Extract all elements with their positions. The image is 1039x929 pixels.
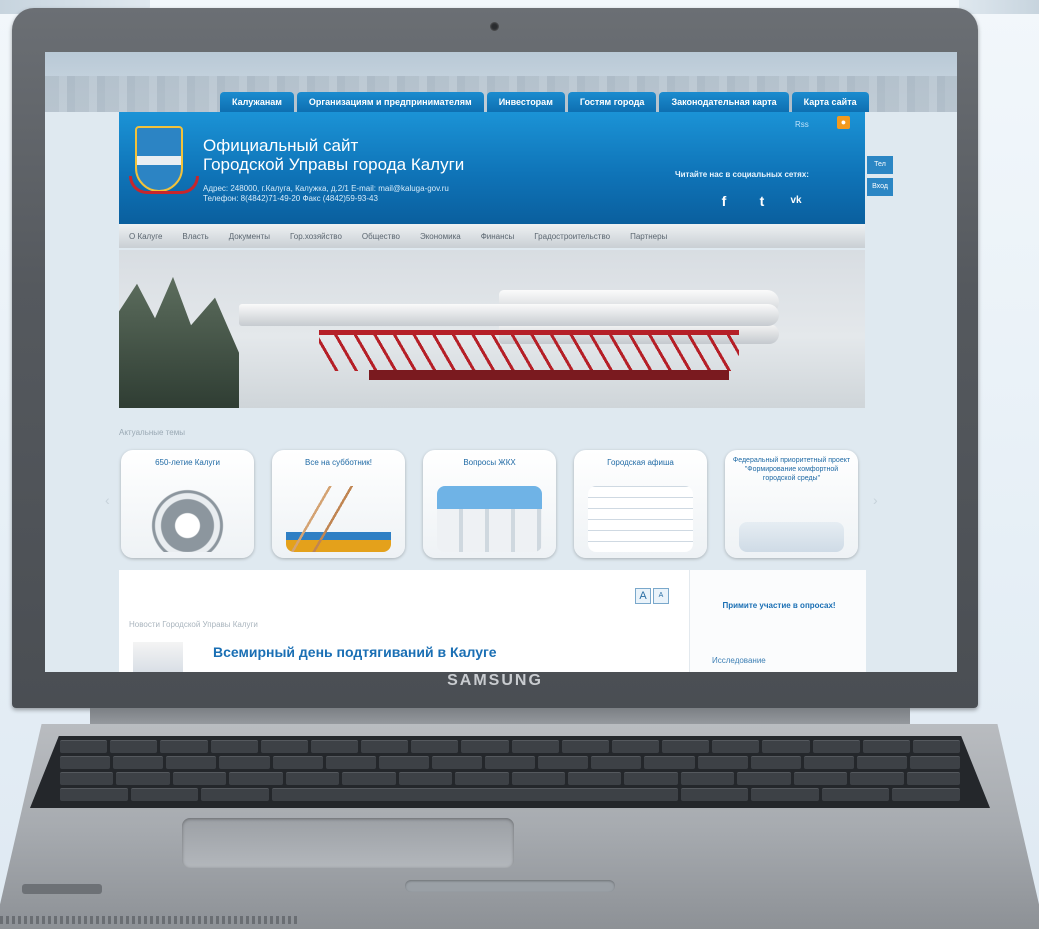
main-nav-finance[interactable]: Финансы <box>471 232 525 241</box>
topic-card-urban-environment[interactable]: Федеральный приоритетный проект "Формиро… <box>725 450 858 558</box>
laptop-front-lip <box>405 880 615 892</box>
main-nav-utilities[interactable]: Гор.хозяйство <box>280 232 352 241</box>
topic-card-title: Все на субботник! <box>305 458 372 467</box>
site-header: Официальный сайт Городской Управы города… <box>119 112 865 224</box>
site-title-line2: Городской Управы города Калуги <box>203 155 465 174</box>
top-nav-item-investors[interactable]: Инвесторам <box>486 92 565 112</box>
address-text: Адрес: 248000, г.Калуга, Калужка, д.2/1 … <box>203 184 449 193</box>
launch-gantry <box>319 330 739 371</box>
news-headline-link[interactable]: Всемирный день подтягиваний в Калуге <box>213 644 497 660</box>
topic-card-title: Городская афиша <box>607 458 674 467</box>
side-tabs: Тел Вход <box>867 156 893 196</box>
keyboard-row <box>30 788 990 801</box>
news-section-title: Новости Городской Управы Калуги <box>129 620 258 629</box>
carousel-prev-icon[interactable]: ‹ <box>105 492 110 508</box>
main-nav-partners[interactable]: Партнеры <box>620 232 677 241</box>
gantry-base <box>369 370 729 380</box>
keyboard-row <box>30 772 990 785</box>
rss-icon[interactable]: ● <box>837 116 850 129</box>
webcam-icon <box>490 22 499 31</box>
topic-card-title: Федеральный приоритетный проект "Формиро… <box>732 457 851 482</box>
topic-card-housing[interactable]: Вопросы ЖКХ <box>423 450 556 558</box>
keyboard-row <box>30 740 990 753</box>
laptop-vents <box>0 916 300 924</box>
main-nav-government[interactable]: Власть <box>172 232 218 241</box>
topic-card-cleanup[interactable]: Все на субботник! <box>272 450 405 558</box>
topics-section-title: Актуальные темы <box>119 428 185 437</box>
laptop-lid: Калужанам Организациям и предпринимателя… <box>12 8 978 708</box>
main-nav-urban-planning[interactable]: Градостроительство <box>524 232 620 241</box>
top-nav-item-sitemap[interactable]: Карта сайта <box>791 92 869 112</box>
laptop-keyboard <box>30 736 990 808</box>
keyboard-row <box>30 756 990 769</box>
urban-environment-icon <box>739 522 844 552</box>
buildings-icon <box>437 486 542 552</box>
main-nav-documents[interactable]: Документы <box>219 232 280 241</box>
main-nav-society[interactable]: Общество <box>352 232 410 241</box>
main-navigation: О Калуге Власть Документы Гор.хозяйство … <box>119 224 865 248</box>
laptop-side-port <box>22 884 102 894</box>
top-nav-item-residents[interactable]: Калужанам <box>220 92 294 112</box>
social-follow-label: Читайте нас в социальных сетях: <box>675 170 809 179</box>
anniversary-seal-icon <box>135 486 240 552</box>
top-nav-item-legislation-map[interactable]: Законодательная карта <box>659 92 789 112</box>
decorative-bar-right <box>959 0 1039 14</box>
topic-card-title: Вопросы ЖКХ <box>463 458 516 467</box>
laptop-screen: Калужанам Организациям и предпринимателя… <box>45 52 957 672</box>
laptop-brand-logo: SAMSUNG <box>447 672 543 689</box>
phone-text: Телефон: 8(4842)71-49-20 Факс (4842)59-9… <box>203 194 378 203</box>
trees-graphic <box>119 276 239 408</box>
carousel-next-icon[interactable]: › <box>873 492 878 508</box>
main-nav-economy[interactable]: Экономика <box>410 232 471 241</box>
contact-info: Адрес: 248000, г.Калуга, Калужка, д.2/1 … <box>203 184 449 204</box>
poll-title[interactable]: Примите участие в опросах! <box>704 600 854 611</box>
top-navigation: Калужанам Организациям и предпринимателя… <box>220 92 869 112</box>
top-nav-item-organizations[interactable]: Организациям и предпринимателям <box>296 92 484 112</box>
topic-card-events[interactable]: Городская афиша <box>574 450 707 558</box>
font-size-large-button[interactable]: A <box>635 588 651 604</box>
rocket-body <box>239 304 779 326</box>
site-title-line1: Официальный сайт <box>203 136 359 155</box>
poll-sidebar: Примите участие в опросах! Исследование <box>689 570 866 672</box>
twitter-icon[interactable]: t <box>753 192 771 210</box>
site-title[interactable]: Официальный сайт Городской Управы города… <box>203 136 464 174</box>
main-nav-about[interactable]: О Калуге <box>119 232 172 241</box>
rss-label[interactable]: Rss <box>795 120 809 129</box>
laptop-touchpad <box>182 818 514 868</box>
hero-banner-rocket <box>119 250 865 408</box>
topic-card-anniversary[interactable]: 650-летие Калуги <box>121 450 254 558</box>
rakes-icon <box>286 486 391 552</box>
vk-icon[interactable]: vk <box>787 192 805 210</box>
calendar-icon <box>588 486 693 552</box>
emblem-ribbon-icon <box>129 176 199 194</box>
news-thumbnail[interactable] <box>133 642 183 672</box>
font-size-small-button[interactable]: A <box>653 588 669 604</box>
news-content-area: A A Новости Городской Управы Калуги Всем… <box>119 570 866 672</box>
poll-link[interactable]: Исследование <box>712 656 766 665</box>
topic-card-title: 650-летие Калуги <box>155 458 220 467</box>
top-nav-item-guests[interactable]: Гостям города <box>567 92 657 112</box>
facebook-icon[interactable]: f <box>715 192 733 210</box>
side-tab-login[interactable]: Вход <box>867 178 893 196</box>
side-tab-phone[interactable]: Тел <box>867 156 893 174</box>
